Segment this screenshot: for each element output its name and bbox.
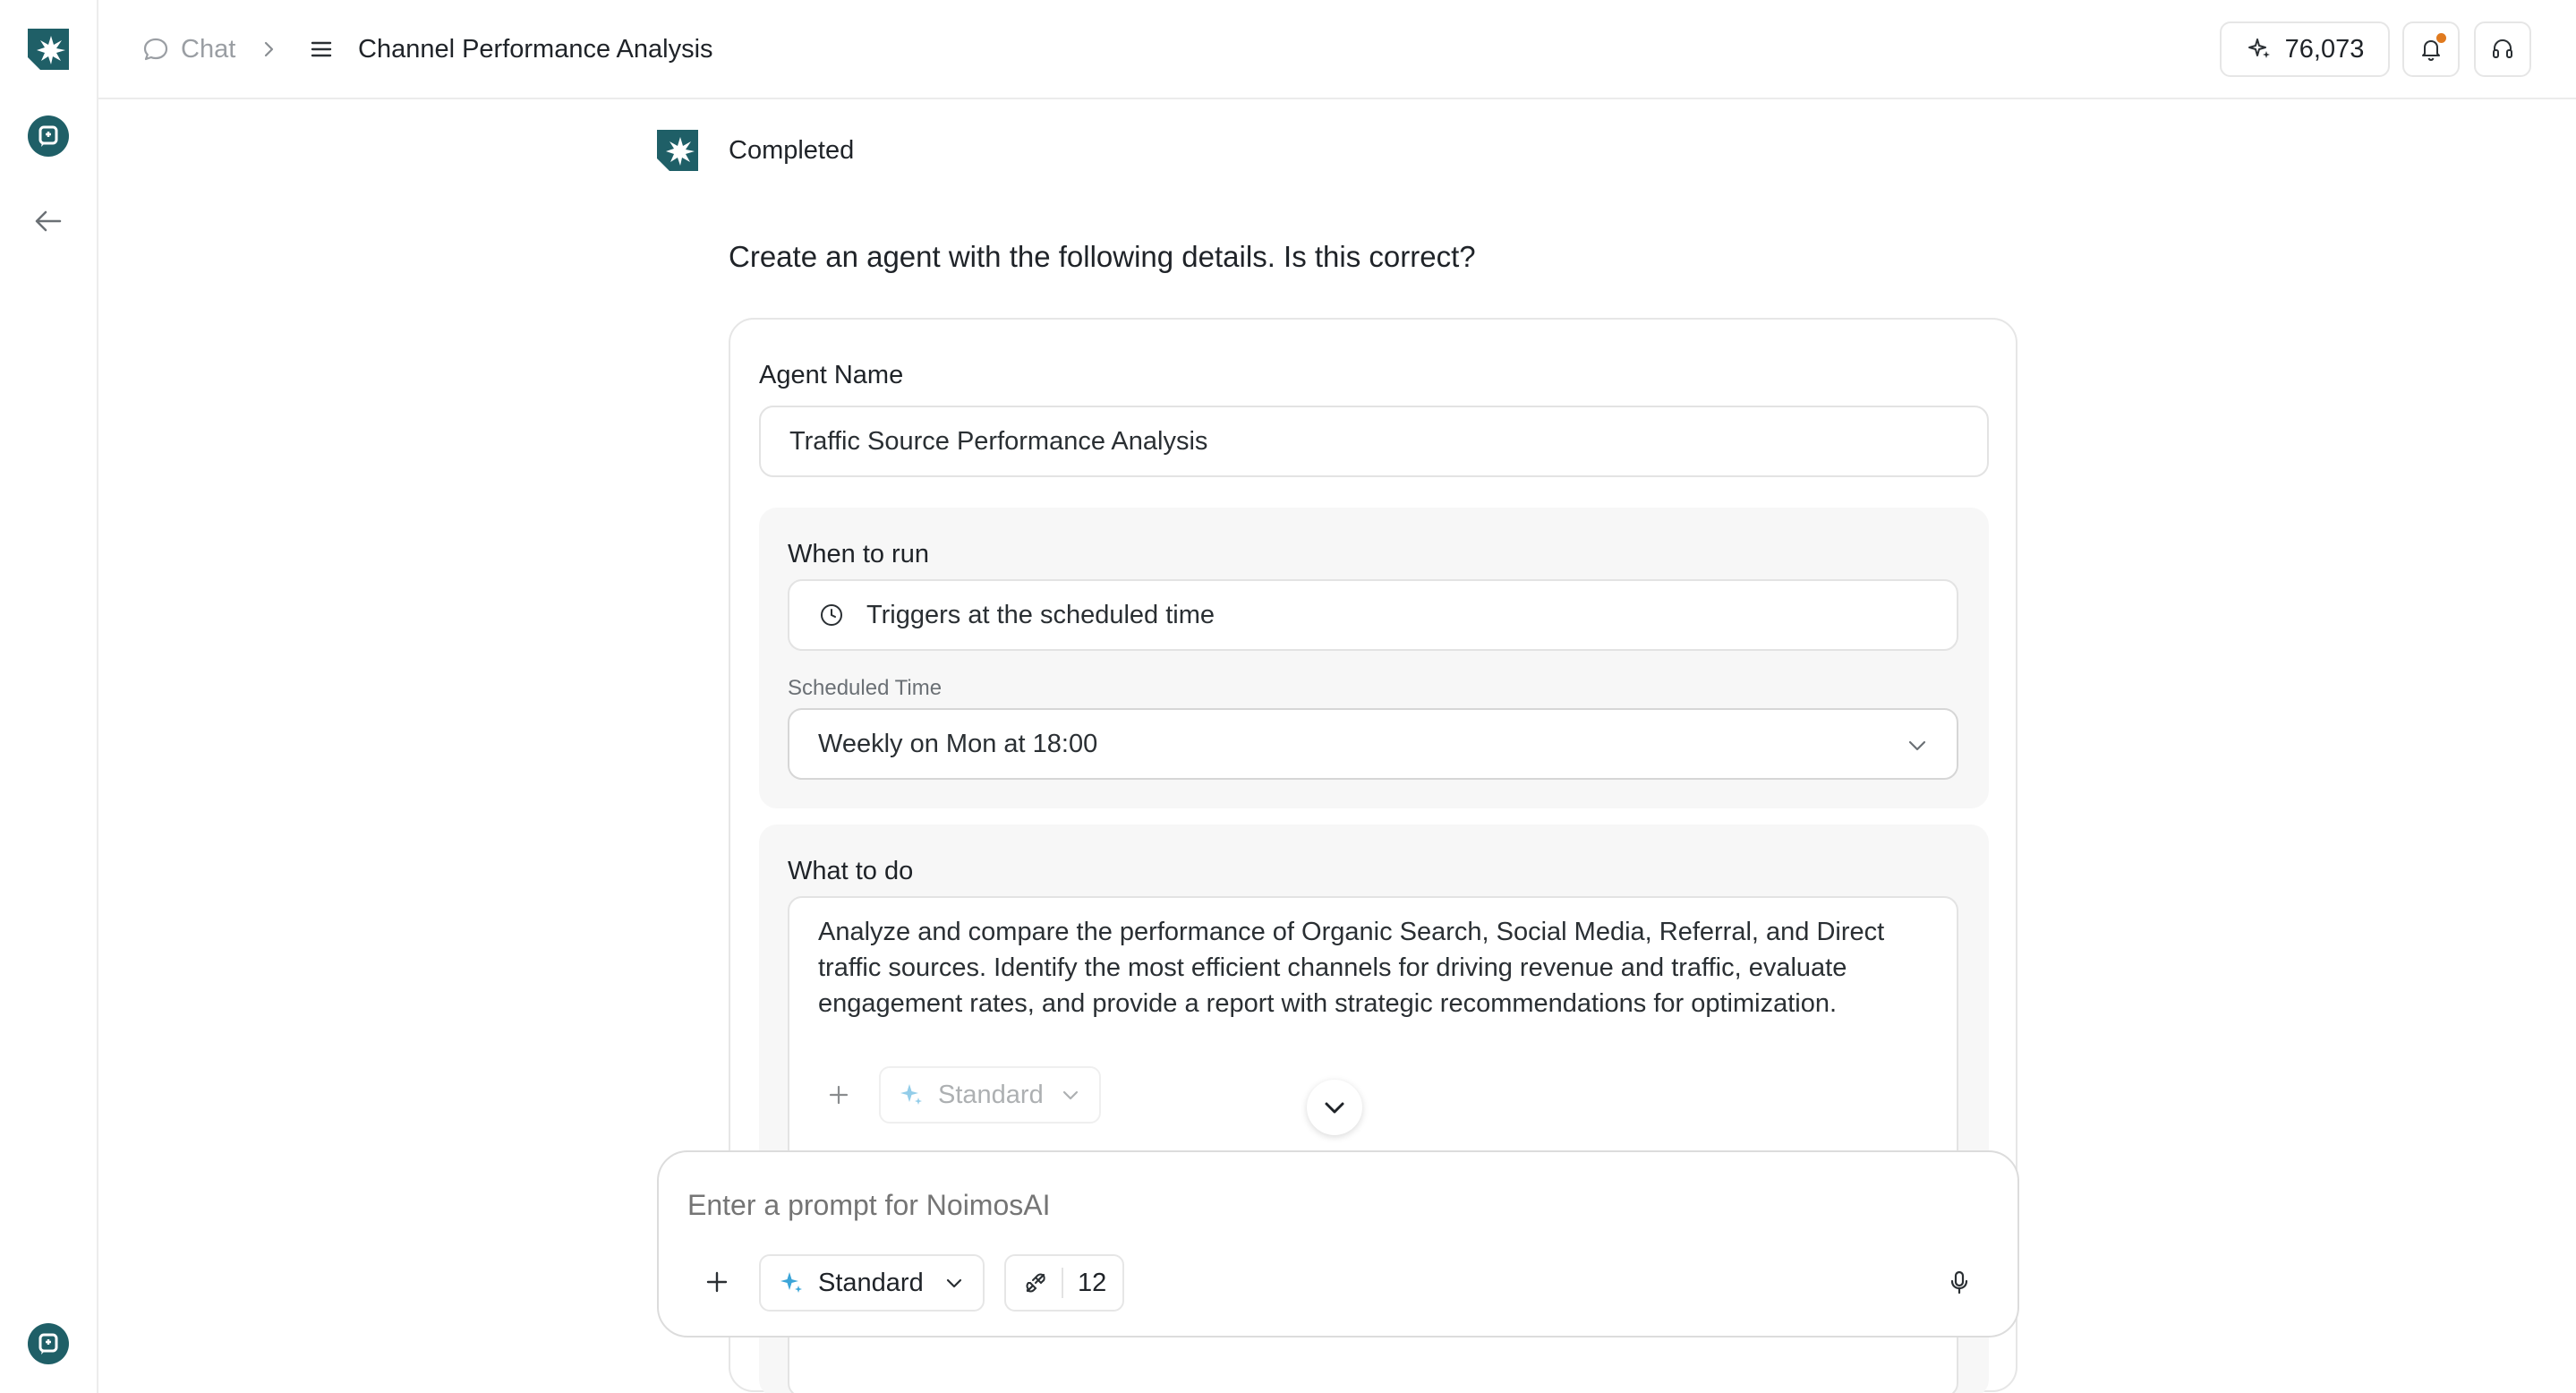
credits-button[interactable]: 76,073 [2220, 21, 2390, 77]
chat-bubble-icon[interactable] [26, 114, 71, 158]
trigger-type-field[interactable]: Triggers at the scheduled time [788, 579, 1958, 651]
notification-dot [2436, 33, 2446, 43]
support-button[interactable] [2474, 21, 2531, 77]
noimos-logo-icon[interactable] [26, 27, 71, 72]
scroll-down-button[interactable] [1307, 1080, 1362, 1135]
plus-icon[interactable] [818, 1074, 859, 1115]
message-status: Completed [657, 130, 854, 171]
tools-count: 12 [1078, 1268, 1107, 1297]
microphone-button[interactable] [1937, 1260, 1982, 1304]
credits-count: 76,073 [2284, 34, 2365, 64]
model-select[interactable]: Standard [759, 1254, 985, 1312]
when-to-run-section: When to run Triggers at the scheduled ti… [759, 508, 1989, 808]
agent-name-value: Traffic Source Performance Analysis [789, 426, 1208, 456]
confirmation-question: Create an agent with the following detai… [729, 240, 1476, 273]
tools-divider [1062, 1268, 1063, 1298]
speech-bubble-icon [141, 35, 170, 64]
notifications-button[interactable] [2402, 21, 2460, 77]
inner-composer-toolbar: Standard [818, 1066, 1101, 1124]
inner-model-select[interactable]: Standard [879, 1066, 1101, 1124]
sparkle-icon [899, 1081, 925, 1108]
scheduled-time-value: Weekly on Mon at 18:00 [818, 729, 1098, 758]
agent-name-label: Agent Name [759, 361, 904, 389]
chevron-down-icon [943, 1272, 965, 1294]
menu-icon[interactable] [308, 30, 335, 68]
prompt-composer: Standard 12 [657, 1150, 2019, 1337]
tools-button[interactable]: 12 [1004, 1254, 1125, 1312]
sparkle-icon [2246, 36, 2273, 63]
plus-icon [706, 1271, 728, 1293]
inner-model-label: Standard [938, 1081, 1044, 1109]
clock-icon [818, 602, 845, 628]
microphone-icon [1950, 1270, 1968, 1295]
page-title: Channel Performance Analysis [358, 34, 713, 64]
prompt-input[interactable] [687, 1179, 1985, 1231]
chevron-down-icon [1060, 1084, 1081, 1106]
scheduled-time-label: Scheduled Time [788, 676, 943, 700]
sparkle-icon [779, 1269, 806, 1296]
bell-icon [2418, 33, 2446, 63]
chat-bubble-icon[interactable] [26, 1321, 71, 1366]
breadcrumb-chat[interactable]: Chat [141, 30, 235, 68]
add-attachment-button[interactable] [695, 1260, 739, 1304]
model-label: Standard [818, 1268, 924, 1297]
breadcrumb-chat-label: Chat [181, 34, 236, 64]
scheduled-time-select[interactable]: Weekly on Mon at 18:00 [788, 708, 1958, 780]
top-header: Chat Channel Performance Analysis 76,073 [98, 0, 2576, 99]
headset-icon [2489, 36, 2516, 63]
plug-icon [1022, 1269, 1049, 1296]
status-label: Completed [729, 135, 855, 165]
arrow-left-icon[interactable] [26, 199, 71, 244]
when-to-run-label: When to run [788, 540, 929, 568]
chat-main: Completed Create an agent with the follo… [98, 101, 2576, 1393]
assistant-avatar-icon [657, 130, 698, 171]
what-to-do-label: What to do [788, 857, 914, 885]
chevron-down-icon [1905, 733, 1930, 758]
agent-name-input[interactable]: Traffic Source Performance Analysis [759, 406, 1989, 477]
chevron-right-icon [258, 30, 279, 68]
task-description-value: Analyze and compare the performance of O… [818, 918, 1885, 1018]
chevron-down-icon [1320, 1093, 1349, 1122]
sidebar [0, 0, 98, 1393]
trigger-type-value: Triggers at the scheduled time [866, 600, 1215, 629]
